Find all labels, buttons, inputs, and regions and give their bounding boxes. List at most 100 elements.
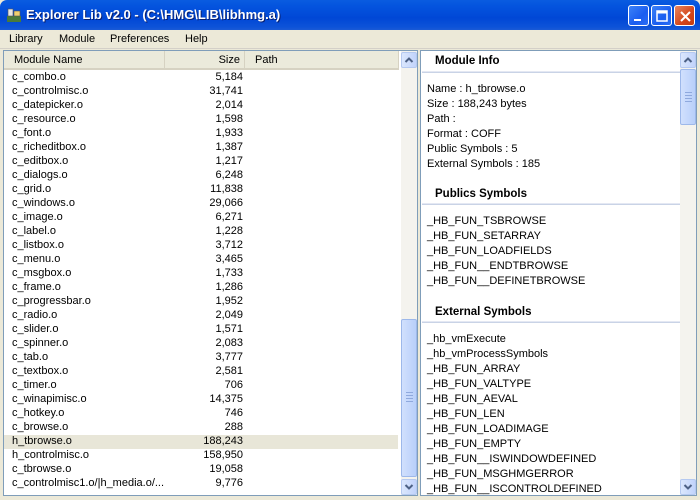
column-header-size[interactable]: Size [165, 51, 245, 70]
scroll-down-button[interactable] [680, 479, 696, 495]
module-name-cell: c_controlmisc1.o/|h_media.o/... [12, 477, 165, 489]
divider [422, 203, 680, 205]
table-row[interactable]: c_winapimisc.o 14,375 [4, 393, 398, 407]
symbol-item: _HB_FUN_EMPTY [427, 438, 522, 450]
module-name-cell: c_spinner.o [12, 337, 69, 349]
table-row[interactable]: h_tbrowse.o 188,243 [4, 435, 398, 449]
table-row[interactable]: c_controlmisc1.o/|h_media.o/... 9,776 [4, 477, 398, 491]
module-name-cell: c_tbrowse.o [12, 463, 72, 475]
title-bar[interactable]: Explorer Lib v2.0 - (C:\HMG\LIB\libhmg.a… [0, 0, 700, 30]
menu-bar: Library Module Preferences Help [0, 30, 700, 49]
symbol-item: _HB_FUN__ISCONTROLDEFINED [427, 483, 602, 495]
table-row[interactable]: c_combo.o 5,184 [4, 71, 398, 85]
module-name-cell: c_menu.o [12, 253, 61, 265]
table-row[interactable]: c_resource.o 1,598 [4, 113, 398, 127]
table-row[interactable]: c_tbrowse.o 19,058 [4, 463, 398, 477]
symbol-item: _HB_FUN_LOADIMAGE [427, 423, 549, 435]
module-name-cell: c_hotkey.o [12, 407, 65, 419]
module-list-scrollbar[interactable] [401, 51, 417, 495]
symbol-item: _HB_FUN_TSBROWSE [427, 215, 547, 227]
module-size-cell: 1,933 [215, 127, 243, 139]
module-name-cell: c_windows.o [12, 197, 75, 209]
table-row[interactable]: c_slider.o 1,571 [4, 323, 398, 337]
table-row[interactable]: c_radio.o 2,049 [4, 309, 398, 323]
table-row[interactable]: c_msgbox.o 1,733 [4, 267, 398, 281]
table-row[interactable]: c_timer.o 706 [4, 379, 398, 393]
module-name-cell: h_tbrowse.o [12, 435, 72, 447]
info-path: Path : [427, 113, 456, 125]
module-list[interactable]: Module Name Size Path c_combo.o 5,184 c_co… [3, 50, 418, 496]
scroll-up-button[interactable] [401, 52, 417, 68]
table-row[interactable]: c_tab.o 3,777 [4, 351, 398, 365]
module-name-cell: c_image.o [12, 211, 63, 223]
module-size-cell: 158,950 [203, 449, 243, 461]
module-name-cell: h_controlmisc.o [12, 449, 90, 461]
menu-library[interactable]: Library [9, 33, 43, 45]
maximize-button[interactable] [651, 5, 672, 26]
divider [422, 71, 680, 73]
close-button[interactable] [674, 5, 695, 26]
table-row[interactable]: c_hotkey.o 746 [4, 407, 398, 421]
table-row[interactable]: c_spinner.o 2,083 [4, 337, 398, 351]
app-icon [7, 8, 21, 22]
symbol-item: _HB_FUN_SETARRAY [427, 230, 541, 242]
table-row[interactable]: c_progressbar.o 1,952 [4, 295, 398, 309]
table-row[interactable]: c_label.o 1,228 [4, 225, 398, 239]
module-size-cell: 288 [224, 421, 243, 433]
table-row[interactable]: c_browse.o 288 [4, 421, 398, 435]
scroll-up-button[interactable] [680, 52, 696, 68]
module-name-cell: c_combo.o [12, 71, 66, 83]
menu-help[interactable]: Help [185, 33, 208, 45]
table-row[interactable]: c_editbox.o 1,217 [4, 155, 398, 169]
column-header-path[interactable]: Path [245, 51, 399, 70]
scroll-thumb[interactable] [401, 319, 417, 477]
info-panel-scrollbar[interactable] [680, 51, 696, 495]
symbol-item: _HB_FUN_ARRAY [427, 363, 521, 375]
table-row[interactable]: c_richeditbox.o 1,387 [4, 141, 398, 155]
info-external-count: External Symbols : 185 [427, 158, 541, 170]
table-row[interactable]: c_textbox.o 2,581 [4, 365, 398, 379]
scroll-thumb[interactable] [680, 69, 696, 125]
module-size-cell: 1,228 [215, 225, 243, 237]
table-row[interactable]: c_listbox.o 3,712 [4, 239, 398, 253]
module-name-cell: c_font.o [12, 127, 52, 139]
scroll-down-button[interactable] [401, 479, 417, 495]
module-name-cell: c_msgbox.o [12, 267, 72, 279]
menu-preferences[interactable]: Preferences [110, 33, 169, 45]
table-row[interactable]: c_dialogs.o 6,248 [4, 169, 398, 183]
module-size-cell: 14,375 [209, 393, 243, 405]
table-row[interactable]: c_grid.o 11,838 [4, 183, 398, 197]
table-row[interactable]: c_controlmisc.o 31,741 [4, 85, 398, 99]
module-size-cell: 3,465 [215, 253, 243, 265]
module-name-cell: c_winapimisc.o [12, 393, 87, 405]
publics-symbols-title: Publics Symbols [435, 188, 528, 200]
module-name-cell: c_timer.o [12, 379, 57, 391]
module-name-cell: c_progressbar.o [12, 295, 91, 307]
module-size-cell: 5,184 [215, 71, 243, 83]
module-size-cell: 746 [224, 407, 243, 419]
menu-module[interactable]: Module [59, 33, 95, 45]
table-row[interactable]: c_menu.o 3,465 [4, 253, 398, 267]
table-row[interactable]: c_frame.o 1,286 [4, 281, 398, 295]
module-size-cell: 11,838 [210, 183, 243, 195]
module-size-cell: 2,083 [215, 337, 243, 349]
module-name-cell: c_richeditbox.o [12, 141, 86, 153]
info-name: Name : h_tbrowse.o [427, 83, 526, 95]
module-size-cell: 1,286 [215, 281, 243, 293]
table-row[interactable]: c_font.o 1,933 [4, 127, 398, 141]
module-rows: c_combo.o 5,184 c_controlmisc.o 31,741 c_dat… [4, 70, 401, 494]
module-size-cell: 9,776 [215, 477, 243, 489]
info-size: Size : 188,243 bytes [427, 98, 527, 110]
table-row[interactable]: c_datepicker.o 2,014 [4, 99, 398, 113]
symbol-item: _HB_FUN_MSGHMGERROR [427, 468, 574, 480]
table-row[interactable]: c_image.o 6,271 [4, 211, 398, 225]
column-header-module-name[interactable]: Module Name [4, 51, 165, 70]
module-size-cell: 2,049 [215, 309, 243, 321]
minimize-button[interactable] [628, 5, 649, 26]
module-size-cell: 31,741 [209, 85, 243, 97]
module-name-cell: c_listbox.o [12, 239, 64, 251]
table-row[interactable]: c_windows.o 29,066 [4, 197, 398, 211]
table-row[interactable]: h_controlmisc.o 158,950 [4, 449, 398, 463]
module-name-cell: c_label.o [12, 225, 57, 237]
module-size-cell: 2,014 [215, 99, 243, 111]
